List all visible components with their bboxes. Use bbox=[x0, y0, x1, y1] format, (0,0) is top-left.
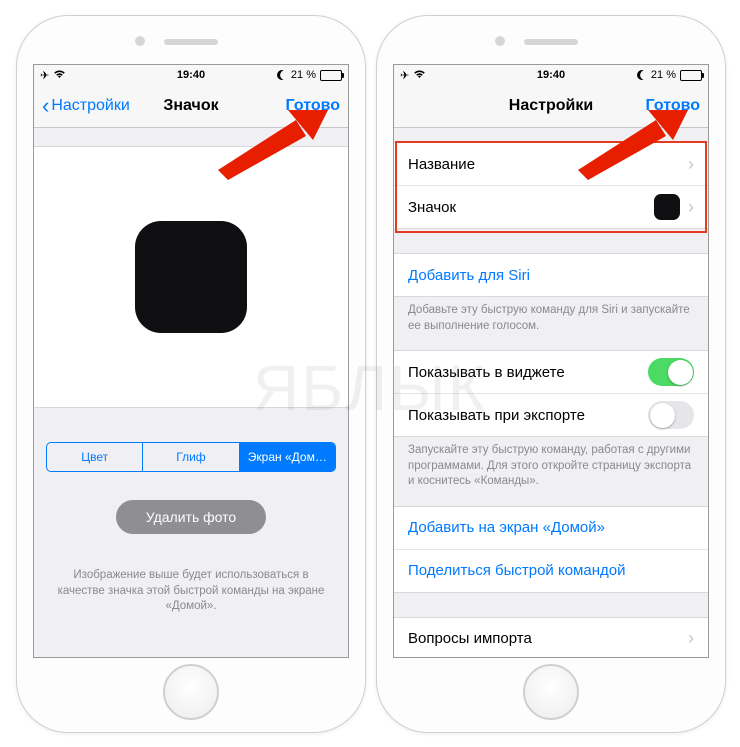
back-label: Настройки bbox=[51, 97, 129, 115]
status-time: 19:40 bbox=[177, 69, 205, 81]
row-show-widget: Показывать в виджете bbox=[394, 351, 708, 393]
back-button[interactable]: ‹ Настройки bbox=[42, 97, 130, 115]
segment-color[interactable]: Цвет bbox=[47, 443, 143, 471]
row-add-home[interactable]: Добавить на экран «Домой» bbox=[394, 507, 708, 549]
front-camera-icon bbox=[495, 36, 505, 46]
shortcut-icon-preview[interactable] bbox=[135, 221, 247, 333]
battery-icon bbox=[320, 70, 342, 81]
wifi-icon bbox=[413, 69, 426, 82]
battery-icon bbox=[680, 70, 702, 81]
phone-frame-left: ✈︎ 19:40 21 % ‹ Настройки Значок bbox=[16, 15, 366, 733]
done-button[interactable]: Готово bbox=[286, 97, 340, 115]
page-title: Настройки bbox=[509, 97, 593, 115]
row-add-siri[interactable]: Добавить для Siri bbox=[394, 254, 708, 296]
footer-description: Изображение выше будет использоваться в … bbox=[50, 568, 332, 615]
row-show-export: Показывать при экспорте bbox=[394, 393, 708, 436]
status-bar: ✈︎ 19:40 21 % bbox=[34, 65, 348, 85]
group-share: Добавить на экран «Домой» Поделиться быс… bbox=[394, 506, 708, 593]
toggle-show-export[interactable] bbox=[648, 401, 694, 429]
dnd-moon-icon bbox=[636, 69, 649, 82]
group-import: Вопросы импорта › bbox=[394, 617, 708, 657]
siri-footer: Добавьте эту быструю команду для Siri и … bbox=[394, 297, 708, 334]
export-footer: Запускайте эту быструю команду, работая … bbox=[394, 437, 708, 490]
row-import-questions[interactable]: Вопросы импорта › bbox=[394, 618, 708, 657]
row-label: Поделиться быстрой командой bbox=[408, 562, 694, 579]
airplane-icon: ✈︎ bbox=[400, 69, 409, 82]
chevron-right-icon: › bbox=[688, 628, 694, 649]
dnd-moon-icon bbox=[276, 69, 289, 82]
nav-bar: Настройки Готово bbox=[394, 85, 708, 128]
row-label: Показывать в виджете bbox=[408, 364, 648, 381]
front-camera-icon bbox=[135, 36, 145, 46]
airplane-icon: ✈︎ bbox=[40, 69, 49, 82]
row-label: Добавить для Siri bbox=[408, 267, 694, 284]
content-left: Цвет Глиф Экран «Дом… Удалить фото Изобр… bbox=[34, 128, 348, 657]
segmented-control: Цвет Глиф Экран «Дом… bbox=[46, 442, 336, 472]
battery-percent: 21 % bbox=[291, 69, 316, 81]
annotation-highlight-icon bbox=[395, 141, 707, 233]
home-button[interactable] bbox=[523, 664, 579, 720]
row-label: Добавить на экран «Домой» bbox=[408, 519, 694, 536]
done-button[interactable]: Готово bbox=[646, 97, 700, 115]
icon-preview-area bbox=[34, 146, 348, 408]
delete-photo-button[interactable]: Удалить фото bbox=[116, 500, 266, 534]
page-title: Значок bbox=[163, 97, 218, 115]
row-share[interactable]: Поделиться быстрой командой bbox=[394, 549, 708, 592]
speaker-icon bbox=[524, 39, 578, 45]
nav-bar: ‹ Настройки Значок Готово bbox=[34, 85, 348, 128]
toggle-show-widget[interactable] bbox=[648, 358, 694, 386]
segment-home[interactable]: Экран «Дом… bbox=[240, 443, 335, 471]
row-label: Вопросы импорта bbox=[408, 630, 680, 647]
status-bar: ✈︎ 19:40 21 % bbox=[394, 65, 708, 85]
segment-glyph[interactable]: Глиф bbox=[143, 443, 239, 471]
content-right: Название › Значок › Добавить для Siri До… bbox=[394, 128, 708, 657]
row-label: Показывать при экспорте bbox=[408, 407, 648, 424]
phone-frame-right: ✈︎ 19:40 21 % Настройки Готово bbox=[376, 15, 726, 733]
wifi-icon bbox=[53, 69, 66, 82]
speaker-icon bbox=[164, 39, 218, 45]
screen-left: ✈︎ 19:40 21 % ‹ Настройки Значок bbox=[33, 64, 349, 658]
home-button[interactable] bbox=[163, 664, 219, 720]
battery-percent: 21 % bbox=[651, 69, 676, 81]
status-time: 19:40 bbox=[537, 69, 565, 81]
group-display-options: Показывать в виджете Показывать при эксп… bbox=[394, 350, 708, 437]
group-siri: Добавить для Siri bbox=[394, 253, 708, 297]
screen-right: ✈︎ 19:40 21 % Настройки Готово bbox=[393, 64, 709, 658]
